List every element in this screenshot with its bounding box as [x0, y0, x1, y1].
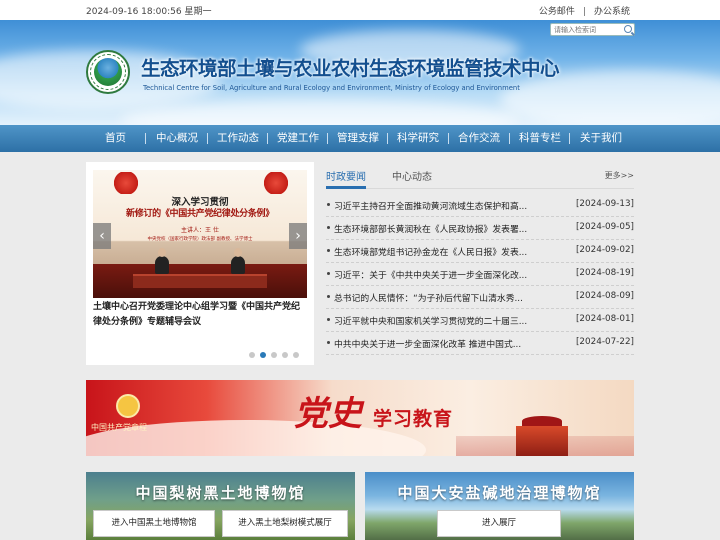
museum-title: 中国大安盐碱地治理博物馆 — [397, 484, 602, 502]
nav-item-management[interactable]: 管理支撑 — [337, 125, 379, 152]
nav-divider — [509, 133, 510, 144]
news-date: [2024-08-19] — [576, 268, 634, 278]
nav-divider — [569, 133, 570, 144]
news-list-item[interactable]: 中共中央关于进一步全面深化改革 推进中国式... [2024-07-22] — [326, 332, 634, 355]
nav-divider — [448, 133, 449, 144]
slider-next-icon[interactable]: › — [289, 223, 307, 249]
news-title[interactable]: 习近平：关于《中共中央关于进一步全面深化改... — [334, 268, 564, 281]
party-history-banner[interactable]: 中国共产党章程 党史 学习教育 — [86, 380, 634, 456]
nav-divider — [387, 133, 388, 144]
slide-heading-line2: 新修订的《中国共产党纪律处分条例》 — [126, 209, 274, 219]
tab-center-news[interactable]: 中心动态 — [392, 168, 432, 183]
firework-decoration — [113, 172, 139, 194]
nav-item-science-popularization[interactable]: 科普专栏 — [519, 125, 561, 152]
slider-dot-active[interactable] — [260, 352, 266, 358]
search-input[interactable] — [550, 23, 635, 36]
speaker-figure — [155, 248, 169, 274]
nav-item-home[interactable]: 首页 — [105, 125, 126, 152]
news-list-item[interactable]: 生态环境部党组书记孙金龙在《人民日报》发表... [2024-09-02] — [326, 240, 634, 263]
official-mail-link[interactable]: 公务邮件 — [539, 7, 575, 17]
site-header: 生态环境部土壤与农业农村生态环境监管技术中心 Technical Centre … — [0, 20, 720, 125]
nav-item-research[interactable]: 科学研究 — [397, 125, 439, 152]
banner-dangshi-text: 党史 — [294, 394, 362, 434]
slide-speaker-title: 中央党校（国家行政学院）政法部 副教授、法学博士 — [147, 237, 253, 242]
temple-body — [516, 426, 568, 456]
news-title[interactable]: 生态环境部部长黄润秋在《人民政协报》发表署... — [334, 222, 564, 235]
temple-roof — [522, 416, 562, 426]
stage-desk — [133, 274, 267, 288]
bullet-icon — [327, 272, 330, 275]
nav-divider — [207, 133, 208, 144]
news-title[interactable]: 习近平就中央和国家机关学习贯彻党的二十届三... — [334, 314, 564, 327]
news-list-item[interactable]: 习近平就中央和国家机关学习贯彻党的二十届三... [2024-08-01] — [326, 309, 634, 332]
slider-prev-icon[interactable]: ‹ — [93, 223, 111, 249]
news-title[interactable]: 习近平主持召开全面推动黄河流域生态保护和高... — [334, 199, 564, 212]
current-datetime: 2024-09-16 18:00:56 星期一 — [86, 7, 212, 17]
news-title[interactable]: 中共中央关于进一步全面深化改革 推进中国式... — [334, 337, 564, 350]
search-icon[interactable] — [624, 25, 632, 33]
slide-speaker: 主讲人：王 仕 — [181, 227, 219, 234]
news-date: [2024-09-02] — [576, 245, 634, 255]
bullet-icon — [327, 318, 330, 321]
nav-divider — [145, 133, 146, 144]
party-constitution-label: 中国共产党章程 — [91, 423, 147, 432]
news-title[interactable]: 总书记的人民情怀：“为子孙后代留下山清水秀... — [334, 291, 564, 304]
nav-divider — [267, 133, 268, 144]
nav-item-cooperation[interactable]: 合作交流 — [458, 125, 500, 152]
nav-divider — [327, 133, 328, 144]
news-title[interactable]: 生态环境部党组书记孙金龙在《人民日报》发表... — [334, 245, 564, 258]
tab-political-news[interactable]: 时政要闻 — [326, 168, 366, 183]
nav-item-work-news[interactable]: 工作动态 — [217, 125, 259, 152]
news-panel: 时政要闻 中心动态 更多>> 习近平主持召开全面推动黄河流域生态保护和高... [… — [326, 162, 634, 365]
firework-decoration — [263, 172, 289, 194]
bullet-icon — [327, 203, 330, 206]
museum-title: 中国梨树黑土地博物馆 — [135, 484, 306, 502]
slider-dot[interactable] — [293, 352, 299, 358]
top-bar: 2024-09-16 18:00:56 星期一 公务邮件 | 办公系统 — [0, 0, 720, 20]
bullet-icon — [327, 295, 330, 298]
bullet-icon — [327, 249, 330, 252]
slide-caption[interactable]: 土壤中心召开党委理论中心组学习暨《中国共产党纪律处分条例》专题辅导会议 — [93, 300, 307, 330]
news-list-item[interactable]: 习近平主持召开全面推动黄河流域生态保护和高... [2024-09-13] — [326, 194, 634, 217]
news-date: [2024-09-13] — [576, 199, 634, 209]
slider-dot[interactable] — [249, 352, 255, 358]
news-list-item[interactable]: 生态环境部部长黄润秋在《人民政协报》发表署... [2024-09-05] — [326, 217, 634, 240]
active-tab-indicator — [326, 186, 366, 189]
site-title-en: Technical Centre for Soil, Agriculture a… — [143, 84, 520, 92]
news-date: [2024-08-01] — [576, 314, 634, 324]
banner-study-text: 学习教育 — [373, 408, 454, 430]
nav-item-about-us[interactable]: 关于我们 — [580, 125, 622, 152]
site-title-cn: 生态环境部土壤与农业农村生态环境监管技术中心 — [141, 57, 560, 80]
news-tabs: 时政要闻 中心动态 更多>> — [326, 162, 634, 189]
speaker-figure — [231, 248, 245, 274]
museum-card-daan[interactable]: 中国大安盐碱地治理博物馆 进入展厅 — [365, 472, 634, 540]
slider-dot[interactable] — [282, 352, 288, 358]
top-links: 公务邮件 | 办公系统 — [539, 4, 630, 17]
news-date: [2024-09-05] — [576, 222, 634, 232]
party-emblem-icon — [116, 394, 140, 418]
news-slider: 深入学习贯彻 新修订的《中国共产党纪律处分条例》 主讲人：王 仕 中央党校（国家… — [86, 162, 314, 365]
nav-item-party-building[interactable]: 党建工作 — [277, 125, 319, 152]
enter-black-soil-museum-button[interactable]: 进入中国黑土地博物馆 — [93, 510, 215, 537]
cloud-decoration — [120, 100, 520, 125]
slide-image[interactable]: 深入学习贯彻 新修订的《中国共产党纪律处分条例》 主讲人：王 仕 中央党校（国家… — [93, 170, 307, 298]
more-link[interactable]: 更多>> — [605, 170, 634, 181]
office-system-link[interactable]: 办公系统 — [594, 7, 630, 17]
news-list-item[interactable]: 总书记的人民情怀：“为子孙后代留下山清水秀... [2024-08-09] — [326, 286, 634, 309]
news-list-item[interactable]: 习近平：关于《中共中央关于进一步全面深化改... [2024-08-19] — [326, 263, 634, 286]
news-date: [2024-07-22] — [576, 337, 634, 347]
enter-lishu-mode-hall-button[interactable]: 进入黑土地梨树模式展厅 — [222, 510, 348, 537]
site-logo[interactable] — [86, 50, 130, 94]
museum-card-lishu[interactable]: 中国梨树黑土地博物馆 进入中国黑土地博物馆 进入黑土地梨树模式展厅 — [86, 472, 355, 540]
logo-globe-icon — [94, 58, 122, 86]
bullet-icon — [327, 341, 330, 344]
enter-hall-button[interactable]: 进入展厅 — [437, 510, 561, 537]
temple-of-heaven-icon — [516, 416, 568, 456]
bullet-icon — [327, 226, 330, 229]
nav-item-about-center[interactable]: 中心概况 — [156, 125, 198, 152]
top-link-separator: | — [582, 7, 586, 17]
news-date: [2024-08-09] — [576, 291, 634, 301]
slider-dot[interactable] — [271, 352, 277, 358]
main-nav: 首页 中心概况 工作动态 党建工作 管理支撑 科学研究 合作交流 科普专栏 关于… — [0, 125, 720, 152]
